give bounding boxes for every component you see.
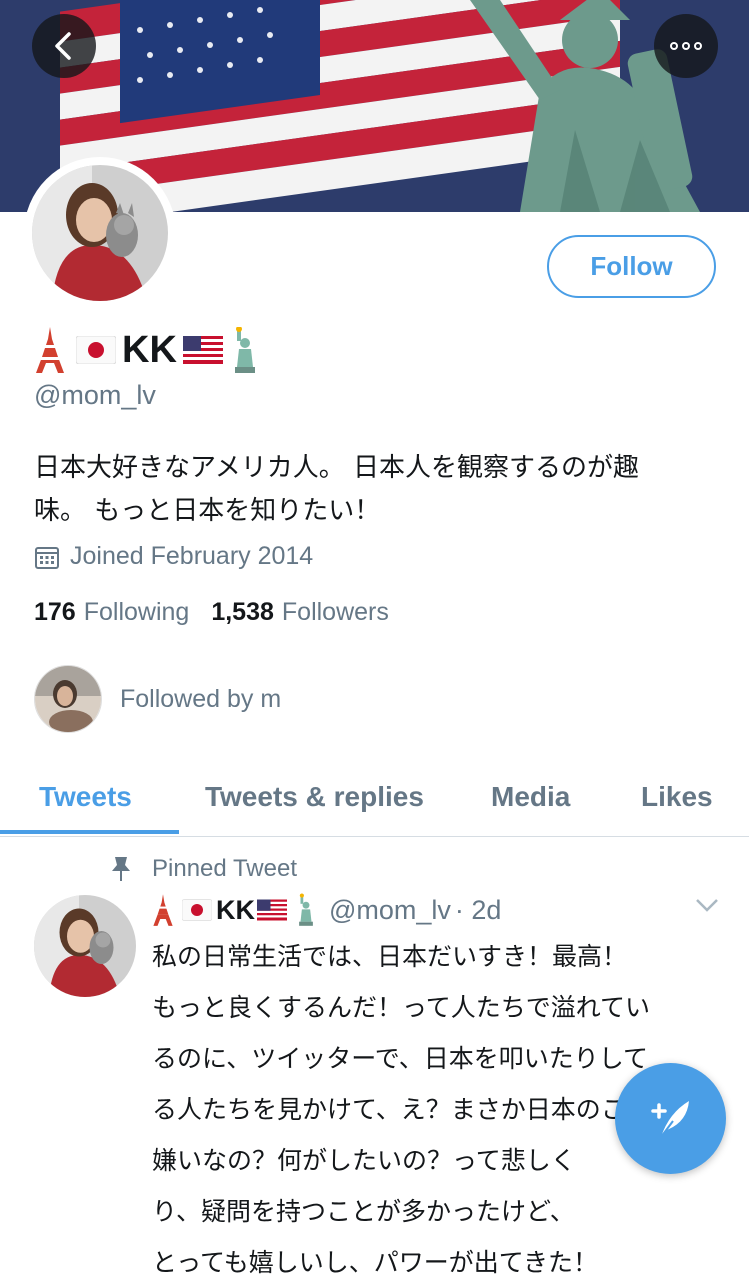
tweet-line: とっても嬉しいし、パワーが出てきた！: [152, 1248, 599, 1277]
pinned-indicator: Pinned Tweet: [110, 855, 297, 883]
followers-link[interactable]: 1,538 Followers: [211, 598, 389, 627]
tweet-header: KK @mom_lv · 2d: [152, 888, 501, 932]
tab-media[interactable]: Media: [491, 760, 570, 834]
bio-line: 日本大好きなアメリカ人。 日本人を観察するのが趣: [34, 453, 639, 483]
pin-icon: [112, 857, 130, 881]
profile-handle: @mom_lv: [34, 380, 156, 410]
followers-label: Followers: [281, 598, 389, 626]
japan-flag-icon: [182, 899, 212, 921]
display-name: KK: [34, 322, 261, 378]
more-options-button[interactable]: [654, 14, 718, 78]
tweet-line: り、疑問を持つことが多かったけど、: [152, 1197, 575, 1226]
tweet-author-handle[interactable]: @mom_lv: [329, 895, 451, 926]
tab-tweets-replies[interactable]: Tweets & replies: [205, 760, 424, 834]
chevron-down-icon: [696, 899, 718, 912]
following-count: 176: [34, 598, 76, 626]
followers-count: 1,538: [211, 598, 274, 626]
tweet-author-name-text: KK: [216, 894, 255, 925]
statue-of-liberty-icon: [234, 327, 255, 373]
us-flag-icon: [182, 336, 223, 364]
profile-bio: 日本大好きなアメリカ人。 日本人を観察するのが趣 味。 もっと日本を知りたい！: [34, 447, 714, 533]
bio-line: 味。 もっと日本を知りたい！: [34, 496, 381, 526]
compose-tweet-button[interactable]: [615, 1063, 726, 1174]
tokyo-tower-icon: [153, 894, 173, 926]
tweet-line: 私の日常生活では、日本だいすき！最高！: [152, 942, 628, 971]
statue-of-liberty-icon: [299, 893, 313, 926]
following-label: Following: [83, 598, 190, 626]
followed-by-text: Followed by m: [120, 684, 282, 713]
tab-tweets[interactable]: Tweets: [39, 760, 132, 834]
profile-avatar[interactable]: [24, 157, 176, 309]
pinned-label: Pinned Tweet: [152, 855, 297, 882]
following-link[interactable]: 176 Following: [34, 598, 189, 627]
tweet-menu-button[interactable]: [694, 896, 720, 918]
joined-date: Joined February 2014: [34, 542, 313, 571]
tokyo-tower-icon: [36, 327, 64, 373]
followed-by[interactable]: Followed by m: [34, 665, 281, 733]
active-tab-indicator: [0, 830, 179, 834]
compose-feather-icon: [650, 1100, 689, 1138]
chevron-left-icon: [55, 32, 71, 60]
tweet-author-avatar[interactable]: [34, 895, 136, 997]
back-button[interactable]: [32, 14, 96, 78]
more-dots-icon: [668, 42, 704, 50]
japan-flag-icon: [76, 336, 116, 364]
display-name-text: KK: [122, 328, 177, 371]
follow-button[interactable]: Follow: [547, 235, 716, 298]
joined-text: Joined February 2014: [70, 542, 314, 570]
profile-tabs: Tweets Tweets & replies Media Likes: [0, 760, 749, 837]
follower-avatar: [34, 665, 102, 733]
us-flag-icon: [257, 899, 287, 921]
calendar-icon: [35, 546, 59, 569]
follow-stats: 176 Following 1,538 Followers: [34, 598, 389, 627]
tweet-line: もっと良くするんだ！って人たちで溢れてい: [152, 993, 651, 1022]
tab-likes[interactable]: Likes: [641, 760, 713, 834]
tweet-author-name[interactable]: KK: [152, 893, 317, 927]
tweet-timestamp: · 2d: [454, 894, 502, 925]
avatar-image: [32, 165, 168, 301]
